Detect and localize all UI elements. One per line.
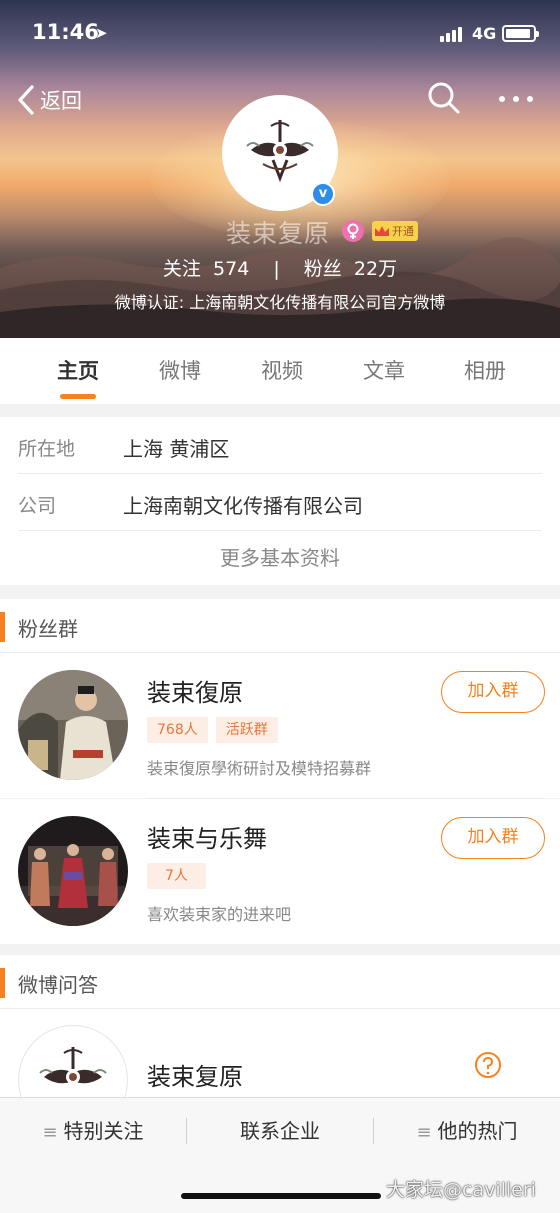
- qa-avatar: [18, 1025, 128, 1104]
- more-info-link[interactable]: 更多基本资料: [0, 531, 560, 585]
- more-icon[interactable]: [496, 84, 536, 114]
- tab-weibo[interactable]: 微博: [130, 338, 230, 404]
- status-bar: 11:46 ➤ 4G: [0, 0, 560, 70]
- battery-icon: [502, 25, 539, 42]
- active-tag: 活跃群: [215, 717, 278, 743]
- group-tags: 7人: [147, 863, 214, 889]
- tab-home[interactable]: 主页: [28, 338, 128, 404]
- info-value: 上海南朝文化传播有限公司: [123, 494, 363, 518]
- crown-icon: [375, 226, 389, 236]
- group-description: 装束復原學術研討及模特招募群: [147, 759, 372, 778]
- section-accent-bar: [0, 968, 5, 998]
- menu-icon: ≡: [42, 1122, 58, 1143]
- contact-company-button[interactable]: 联系企业: [187, 1098, 373, 1164]
- group-avatar: [18, 670, 128, 780]
- member-count-tag: 7人: [147, 863, 206, 889]
- bottom-label: 特别关注: [63, 1119, 144, 1143]
- fan-groups-header: 粉丝群: [0, 599, 560, 653]
- following-label: 关注: [162, 258, 201, 280]
- menu-icon: ≡: [416, 1122, 432, 1143]
- tab-articles[interactable]: 文章: [334, 338, 434, 404]
- followers-count: 22万: [353, 258, 398, 280]
- watermark: 大家坛@cavilleri: [386, 1179, 536, 1201]
- section-accent-bar: [0, 612, 5, 642]
- info-row-location: 所在地 上海 黄浦区: [18, 418, 542, 474]
- vip-badge[interactable]: 开通: [372, 221, 418, 241]
- group-tags: 768人 活跃群: [147, 717, 286, 743]
- join-group-button[interactable]: 加入群: [441, 671, 545, 713]
- qa-name: 装束复原: [147, 1063, 243, 1091]
- special-follow-button[interactable]: ≡ 特别关注: [0, 1098, 186, 1164]
- back-button[interactable]: 返回: [16, 80, 82, 120]
- verification-text: 微博认证: 上海南朝文化传播有限公司官方微博: [114, 293, 446, 312]
- info-value: 上海 黄浦区: [123, 437, 230, 461]
- following-count: 574: [213, 258, 250, 280]
- following-stat[interactable]: 关注 574: [163, 254, 249, 281]
- stat-separator: |: [273, 258, 280, 280]
- logo-emblem-icon: [39, 1047, 107, 1084]
- status-time: 11:46: [32, 20, 99, 44]
- search-icon[interactable]: [426, 80, 462, 116]
- followers-label: 粉丝: [303, 258, 342, 280]
- tab-video[interactable]: 视频: [232, 338, 332, 404]
- his-hot-button[interactable]: ≡ 他的热门: [374, 1098, 560, 1164]
- qa-item[interactable]: 装束复原: [0, 1009, 560, 1104]
- verified-badge-icon: v: [311, 182, 335, 206]
- location-arrow-icon: ➤: [95, 24, 108, 42]
- group-description: 喜欢装束家的进来吧: [147, 905, 292, 924]
- profile-tabs: 主页 微博 视频 文章 相册: [0, 338, 560, 404]
- vip-label: 开通: [392, 225, 414, 238]
- info-label: 公司: [18, 495, 57, 517]
- fan-group-item[interactable]: 装束復原 768人 活跃群 装束復原學術研討及模特招募群 加入群: [0, 653, 560, 798]
- bottom-label: 联系企业: [240, 1119, 320, 1143]
- member-count-tag: 768人: [147, 717, 208, 743]
- follow-stats: 关注 574 | 粉丝 22万: [0, 254, 560, 281]
- basic-info-card: 所在地 上海 黄浦区 公司 上海南朝文化传播有限公司 更多基本资料: [0, 417, 560, 585]
- group-name: 装束与乐舞: [147, 825, 267, 853]
- group-avatar: [18, 816, 128, 926]
- bottom-label: 他的热门: [437, 1119, 518, 1143]
- profile-header: 11:46 ➤ 4G 返回 v 装束复原 开通 关注 574 | 粉丝 22万 …: [0, 0, 560, 338]
- group-name: 装束復原: [147, 679, 243, 707]
- home-indicator[interactable]: [181, 1193, 381, 1199]
- join-group-button[interactable]: 加入群: [441, 817, 545, 859]
- info-label: 所在地: [18, 438, 76, 460]
- section-title: 粉丝群: [18, 617, 78, 641]
- info-row-company: 公司 上海南朝文化传播有限公司: [18, 475, 542, 531]
- tab-album[interactable]: 相册: [435, 338, 535, 404]
- followers-stat[interactable]: 粉丝 22万: [304, 254, 397, 281]
- section-title: 微博问答: [18, 973, 98, 997]
- female-gender-icon: [342, 220, 364, 242]
- network-type: 4G: [472, 24, 497, 43]
- chevron-left-icon: [18, 85, 34, 115]
- fan-group-item[interactable]: 装束与乐舞 7人 喜欢装束家的进来吧 加入群: [0, 799, 560, 944]
- question-icon[interactable]: [472, 1051, 504, 1083]
- back-label: 返回: [40, 89, 82, 113]
- signal-icon: [440, 26, 464, 42]
- logo-emblem-icon: [246, 120, 314, 183]
- name-row: 装束复原 开通: [0, 214, 560, 248]
- profile-name: 装束复原: [226, 219, 331, 248]
- qa-header: 微博问答: [0, 955, 560, 1009]
